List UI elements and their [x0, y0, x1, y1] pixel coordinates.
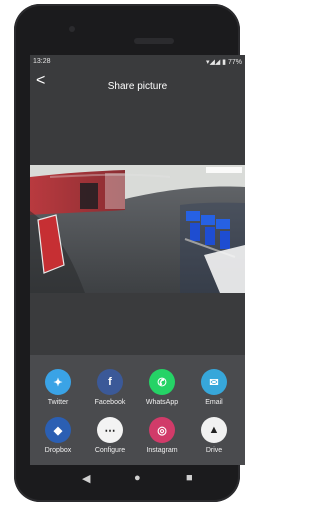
app-screen: 13:28 ▾◢◢ ▮ 77% < Share picture ✦ Twitte… — [30, 55, 245, 465]
email-glyph: ✉ — [209, 376, 219, 389]
status-bar: 13:28 ▾◢◢ ▮ 77% — [30, 55, 245, 69]
share-item-label: Facebook — [94, 399, 126, 406]
facebook-icon: f — [97, 369, 123, 395]
share-item-twitter[interactable]: ✦ Twitter — [33, 369, 83, 406]
email-icon: ✉ — [201, 369, 227, 395]
drive-icon: ▲ — [201, 417, 227, 443]
share-item-whatsapp[interactable]: ✆ WhatsApp — [137, 369, 187, 406]
back-nav-icon[interactable]: ◀ — [82, 472, 90, 485]
status-right: ▾◢◢ ▮ 77% — [206, 58, 242, 66]
instagram-glyph: ◎ — [157, 424, 167, 437]
page-title: Share picture — [107, 81, 168, 92]
share-item-label: Drive — [205, 447, 223, 454]
earpiece-speaker — [134, 38, 174, 44]
battery-icon: ▮ — [222, 59, 227, 66]
picture-preview — [30, 165, 245, 293]
whatsapp-glyph: ✆ — [157, 376, 167, 389]
front-camera — [69, 26, 75, 32]
share-item-label: Twitter — [47, 399, 69, 406]
share-item-label: Configure — [94, 447, 126, 454]
more-glyph: ⋯ — [104, 424, 116, 437]
status-time: 13:28 — [33, 58, 51, 65]
share-item-dropbox[interactable]: ◆ Dropbox — [33, 417, 83, 454]
dropbox-glyph: ◆ — [53, 424, 63, 437]
share-sheet: ✦ Twitter f Facebook ✆ WhatsApp ✉ Email ◆ Dropbox… — [30, 355, 245, 465]
share-item-label: Email — [205, 399, 223, 406]
share-item-instagram[interactable]: ◎ Instagram — [137, 417, 187, 454]
android-nav-bar: ◀ ● ■ — [30, 465, 245, 493]
share-item-label: WhatsApp — [145, 399, 179, 406]
twitter-glyph: ✦ — [53, 376, 63, 389]
share-item-facebook[interactable]: f Facebook — [85, 369, 135, 406]
app-bar: < Share picture — [30, 69, 245, 101]
more-icon: ⋯ — [97, 417, 123, 443]
facebook-glyph: f — [108, 376, 112, 388]
signal-icon: ▾◢◢ — [205, 59, 221, 66]
battery-percent: 77% — [227, 59, 242, 66]
home-nav-icon[interactable]: ● — [134, 472, 141, 484]
share-item-drive[interactable]: ▲ Drive — [189, 417, 239, 454]
twitter-icon: ✦ — [45, 369, 71, 395]
share-item-label: Instagram — [146, 447, 178, 454]
whatsapp-icon: ✆ — [149, 369, 175, 395]
instagram-icon: ◎ — [149, 417, 175, 443]
share-item-configure[interactable]: ⋯ Configure — [85, 417, 135, 454]
share-item-email[interactable]: ✉ Email — [189, 369, 239, 406]
drive-glyph: ▲ — [208, 424, 220, 436]
dropbox-icon: ◆ — [45, 417, 71, 443]
share-item-label: Dropbox — [44, 447, 72, 454]
recent-apps-icon[interactable]: ■ — [186, 472, 193, 484]
